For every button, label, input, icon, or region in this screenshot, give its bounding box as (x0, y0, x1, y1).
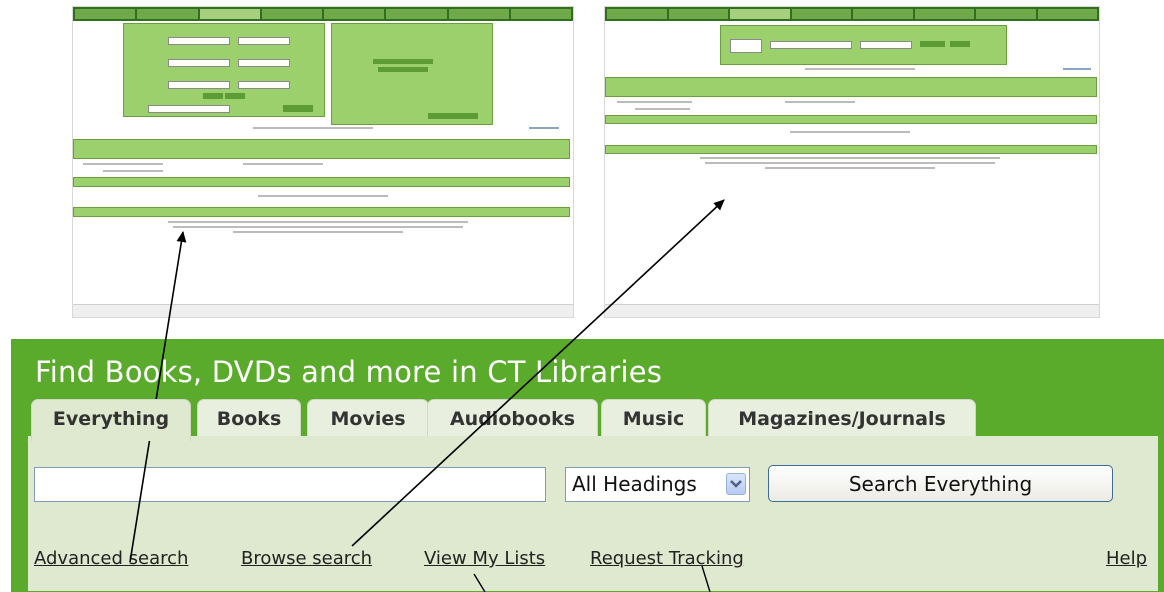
arrow-request-tracking (701, 565, 711, 592)
annotation-arrows (129, 199, 725, 592)
arrow-advanced-search (129, 231, 187, 563)
arrow-browse-search (351, 199, 725, 547)
arrow-view-my-lists (473, 573, 486, 592)
tab-everything[interactable]: Everything (31, 399, 191, 441)
